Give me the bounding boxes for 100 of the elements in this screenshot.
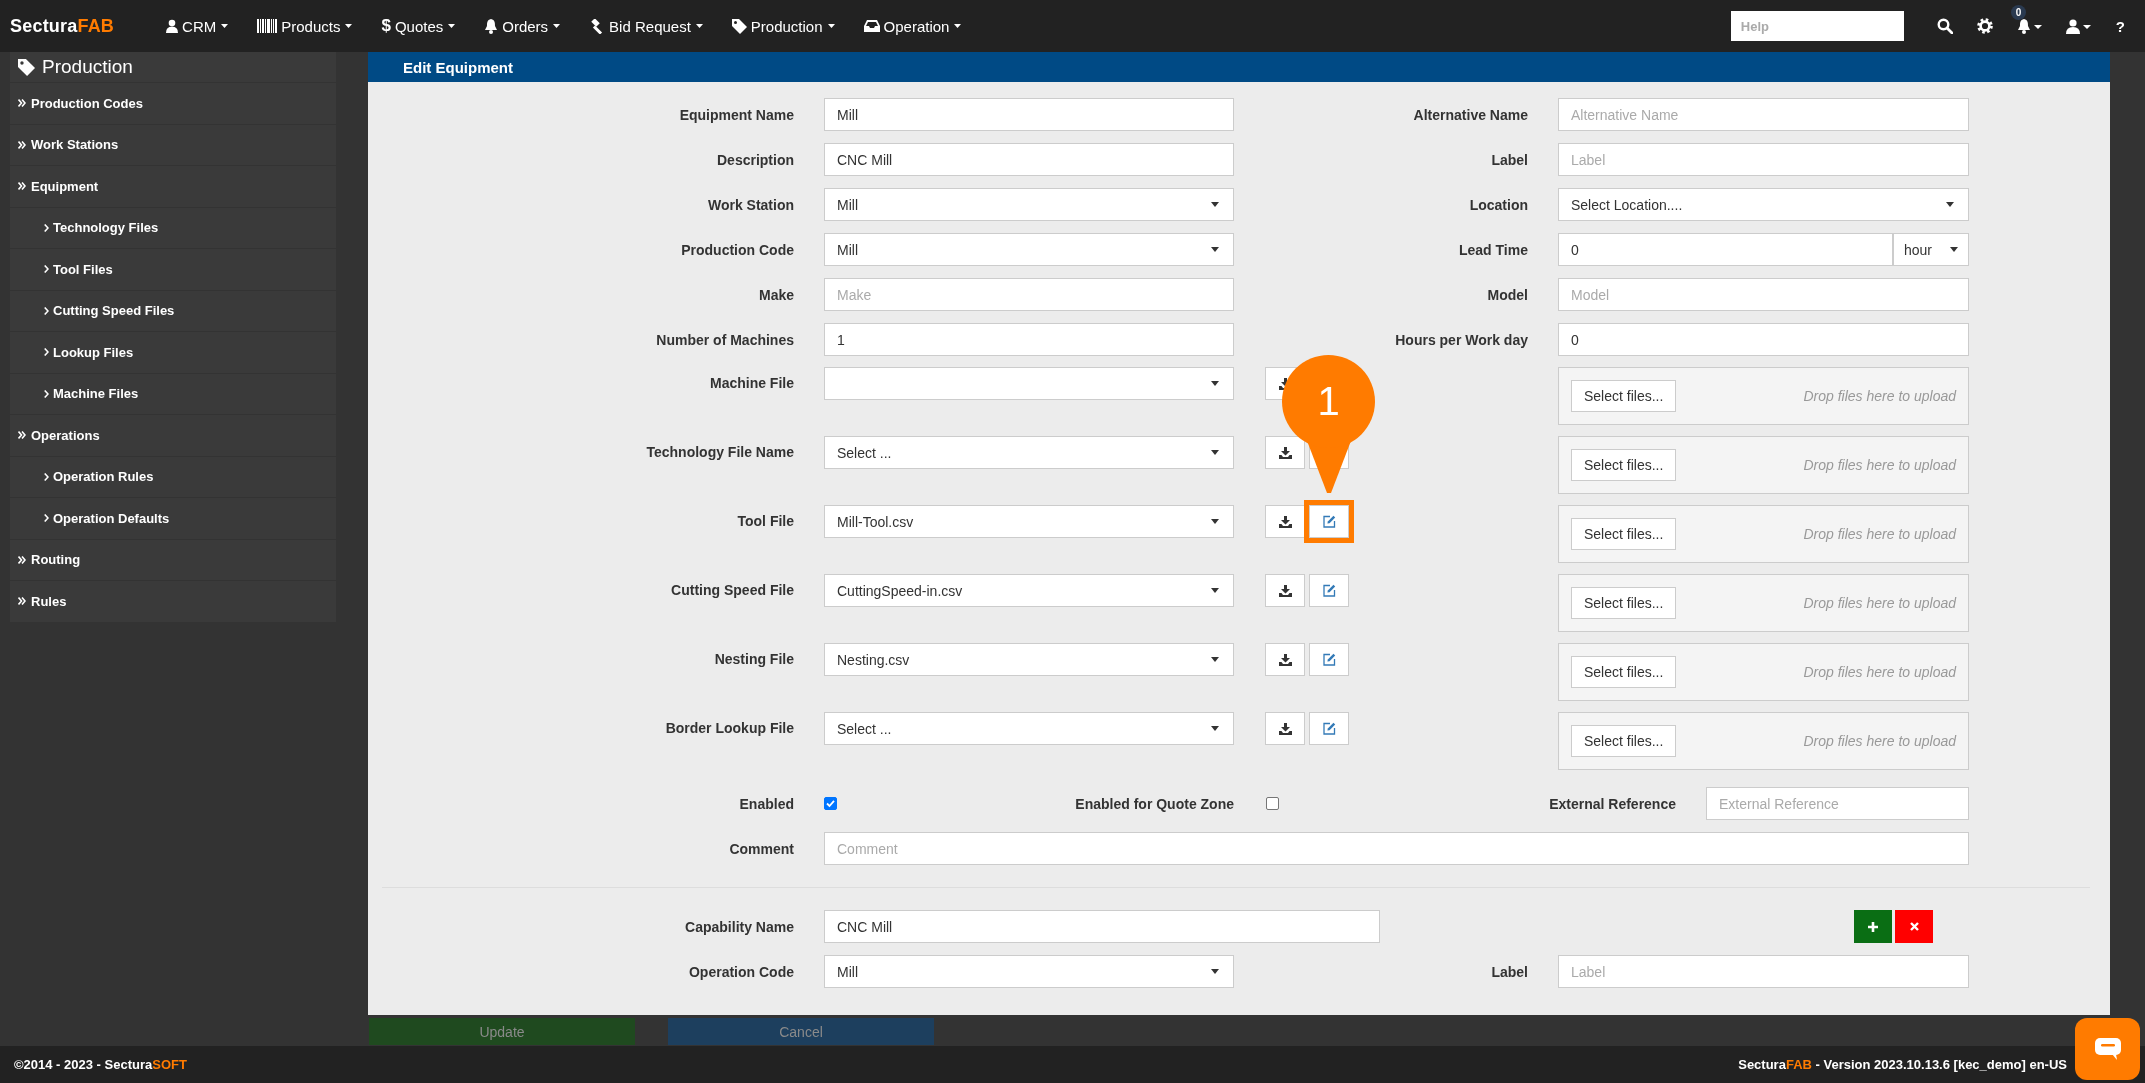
bell-icon <box>484 18 499 34</box>
dropdown-field[interactable] <box>824 367 1234 400</box>
download-button[interactable] <box>1265 436 1305 469</box>
input-field[interactable]: Mill <box>824 98 1234 131</box>
chat-button[interactable] <box>2075 1018 2140 1080</box>
edit-button[interactable] <box>1309 574 1349 607</box>
caret-icon <box>1211 202 1219 207</box>
file-drop-zone[interactable]: Select files... Drop files here to upload <box>1558 367 1969 425</box>
chevron-icon <box>44 306 49 315</box>
sidebar-subitem[interactable]: Machine Files <box>10 372 336 414</box>
field-label: Location <box>1468 196 1529 213</box>
select-files-button[interactable]: Select files... <box>1571 587 1677 619</box>
file-drop-zone[interactable]: Select files... Drop files here to upload <box>1558 712 1969 770</box>
help-search-field[interactable]: Help <box>1730 11 1904 41</box>
sidebar-item[interactable]: Operations <box>10 414 336 456</box>
edit-button[interactable] <box>1309 643 1349 676</box>
dropdown-field[interactable]: Select ... <box>824 712 1234 745</box>
select-files-button[interactable]: Select files... <box>1571 449 1677 481</box>
input-field[interactable]: 1 <box>824 323 1234 356</box>
select-files-button[interactable]: Select files... <box>1571 380 1677 412</box>
user-menu-icon[interactable] <box>2065 18 2092 34</box>
nav-menu-item[interactable]: Operation <box>863 16 962 36</box>
input-field[interactable]: Alternative Name <box>1558 98 1969 131</box>
help-link[interactable]: ? <box>2115 17 2125 35</box>
settings-icon[interactable] <box>1976 18 1993 34</box>
sidebar-subitem[interactable]: Cutting Speed Files <box>10 289 336 331</box>
input-field[interactable]: Comment <box>824 832 1969 865</box>
notification-bell-icon[interactable] <box>2016 18 2043 34</box>
dropdown-field[interactable]: Nesting.csv <box>824 643 1234 676</box>
dropdown-field[interactable]: Mill <box>824 955 1234 988</box>
nav-menu-item[interactable]: Products <box>257 16 353 36</box>
chevron-icon <box>44 389 49 398</box>
edit-button[interactable] <box>1309 712 1349 745</box>
app-logo[interactable]: SecturaFAB <box>10 15 115 37</box>
edit-icon <box>1322 722 1336 735</box>
input-field[interactable]: 0 <box>1558 233 1893 266</box>
drop-hint: Drop files here to upload <box>1803 733 1956 749</box>
input-field[interactable]: Label <box>1558 143 1969 176</box>
field-label: Label <box>1490 963 1529 980</box>
nav-menu-item[interactable]: CRM <box>166 16 229 36</box>
dropdown-field[interactable]: CuttingSpeed-in.csv <box>824 574 1234 607</box>
dropdown-field[interactable]: Select ... <box>824 436 1234 469</box>
dropdown-field[interactable]: Mill <box>824 188 1234 221</box>
field-label: Machine File <box>708 374 795 393</box>
field-label: Model <box>1486 286 1529 303</box>
sidebar-item[interactable]: Production Codes <box>10 82 336 124</box>
caret-icon <box>1950 247 1958 252</box>
input-field[interactable]: Model <box>1558 278 1969 311</box>
sidebar-subitem[interactable]: Lookup Files <box>10 331 336 373</box>
dropdown-field[interactable]: Mill <box>824 233 1234 266</box>
chevron-icon <box>44 514 49 523</box>
input-field[interactable]: CNC Mill <box>824 910 1380 943</box>
file-drop-zone[interactable]: Select files... Drop files here to upload <box>1558 505 1969 563</box>
sidebar-item[interactable]: Work Stations <box>10 123 336 165</box>
dropdown-field[interactable]: Mill-Tool.csv <box>824 505 1234 538</box>
input-field[interactable]: 0 <box>1558 323 1969 356</box>
input-field[interactable]: Label <box>1558 955 1969 988</box>
chevron-icon <box>44 348 49 357</box>
download-button[interactable] <box>1265 643 1305 676</box>
input-field[interactable]: CNC Mill <box>824 143 1234 176</box>
sidebar-item[interactable]: Routing <box>10 538 336 580</box>
download-button[interactable] <box>1265 712 1305 745</box>
double-chevron-icon <box>18 182 26 191</box>
add-button[interactable] <box>1854 910 1892 943</box>
field-label: Technology File Name <box>645 443 795 462</box>
dropdown-field[interactable]: Select Location.... <box>1558 188 1969 221</box>
nav-menu-item[interactable]: Orders <box>484 16 561 36</box>
delete-button[interactable] <box>1895 910 1933 943</box>
field-label: Nesting File <box>713 650 795 669</box>
select-files-button[interactable]: Select files... <box>1571 518 1677 550</box>
caret-icon <box>1211 588 1219 593</box>
sidebar-item[interactable]: Equipment <box>10 165 336 207</box>
select-files-button[interactable]: Select files... <box>1571 725 1677 757</box>
nav-menu-item[interactable]: Production <box>731 16 835 36</box>
download-icon <box>1278 446 1292 459</box>
sidebar-subitem[interactable]: Operation Defaults <box>10 497 336 539</box>
version-text: SecturaFAB - Version 2023.10.13.6 [kec_demo] en-US <box>1738 1057 2067 1072</box>
search-icon[interactable] <box>1936 18 1953 34</box>
sidebar-subitem[interactable]: Technology Files <box>10 206 336 248</box>
checkbox[interactable] <box>1266 797 1279 810</box>
edit-icon <box>1322 515 1336 528</box>
sidebar-subitem[interactable]: Tool Files <box>10 248 336 290</box>
file-drop-zone[interactable]: Select files... Drop files here to upload <box>1558 436 1969 494</box>
field-label: Enabled <box>738 795 795 812</box>
sidebar-item[interactable]: Rules <box>10 580 336 622</box>
input-field[interactable]: External Reference <box>1706 787 1969 820</box>
caret-icon <box>1211 726 1219 731</box>
input-field[interactable]: Make <box>824 278 1234 311</box>
unit-dropdown[interactable]: hour <box>1893 233 1969 266</box>
nav-menu-item[interactable]: $ Quotes <box>381 16 456 36</box>
double-chevron-icon <box>18 597 26 606</box>
select-files-button[interactable]: Select files... <box>1571 656 1677 688</box>
checkbox[interactable] <box>824 797 837 810</box>
download-button[interactable] <box>1265 505 1305 538</box>
file-drop-zone[interactable]: Select files... Drop files here to upload <box>1558 574 1969 632</box>
caret-icon <box>1211 657 1219 662</box>
download-button[interactable] <box>1265 574 1305 607</box>
file-drop-zone[interactable]: Select files... Drop files here to upload <box>1558 643 1969 701</box>
nav-menu-item[interactable]: Bid Request <box>589 16 703 36</box>
sidebar-subitem[interactable]: Operation Rules <box>10 455 336 497</box>
